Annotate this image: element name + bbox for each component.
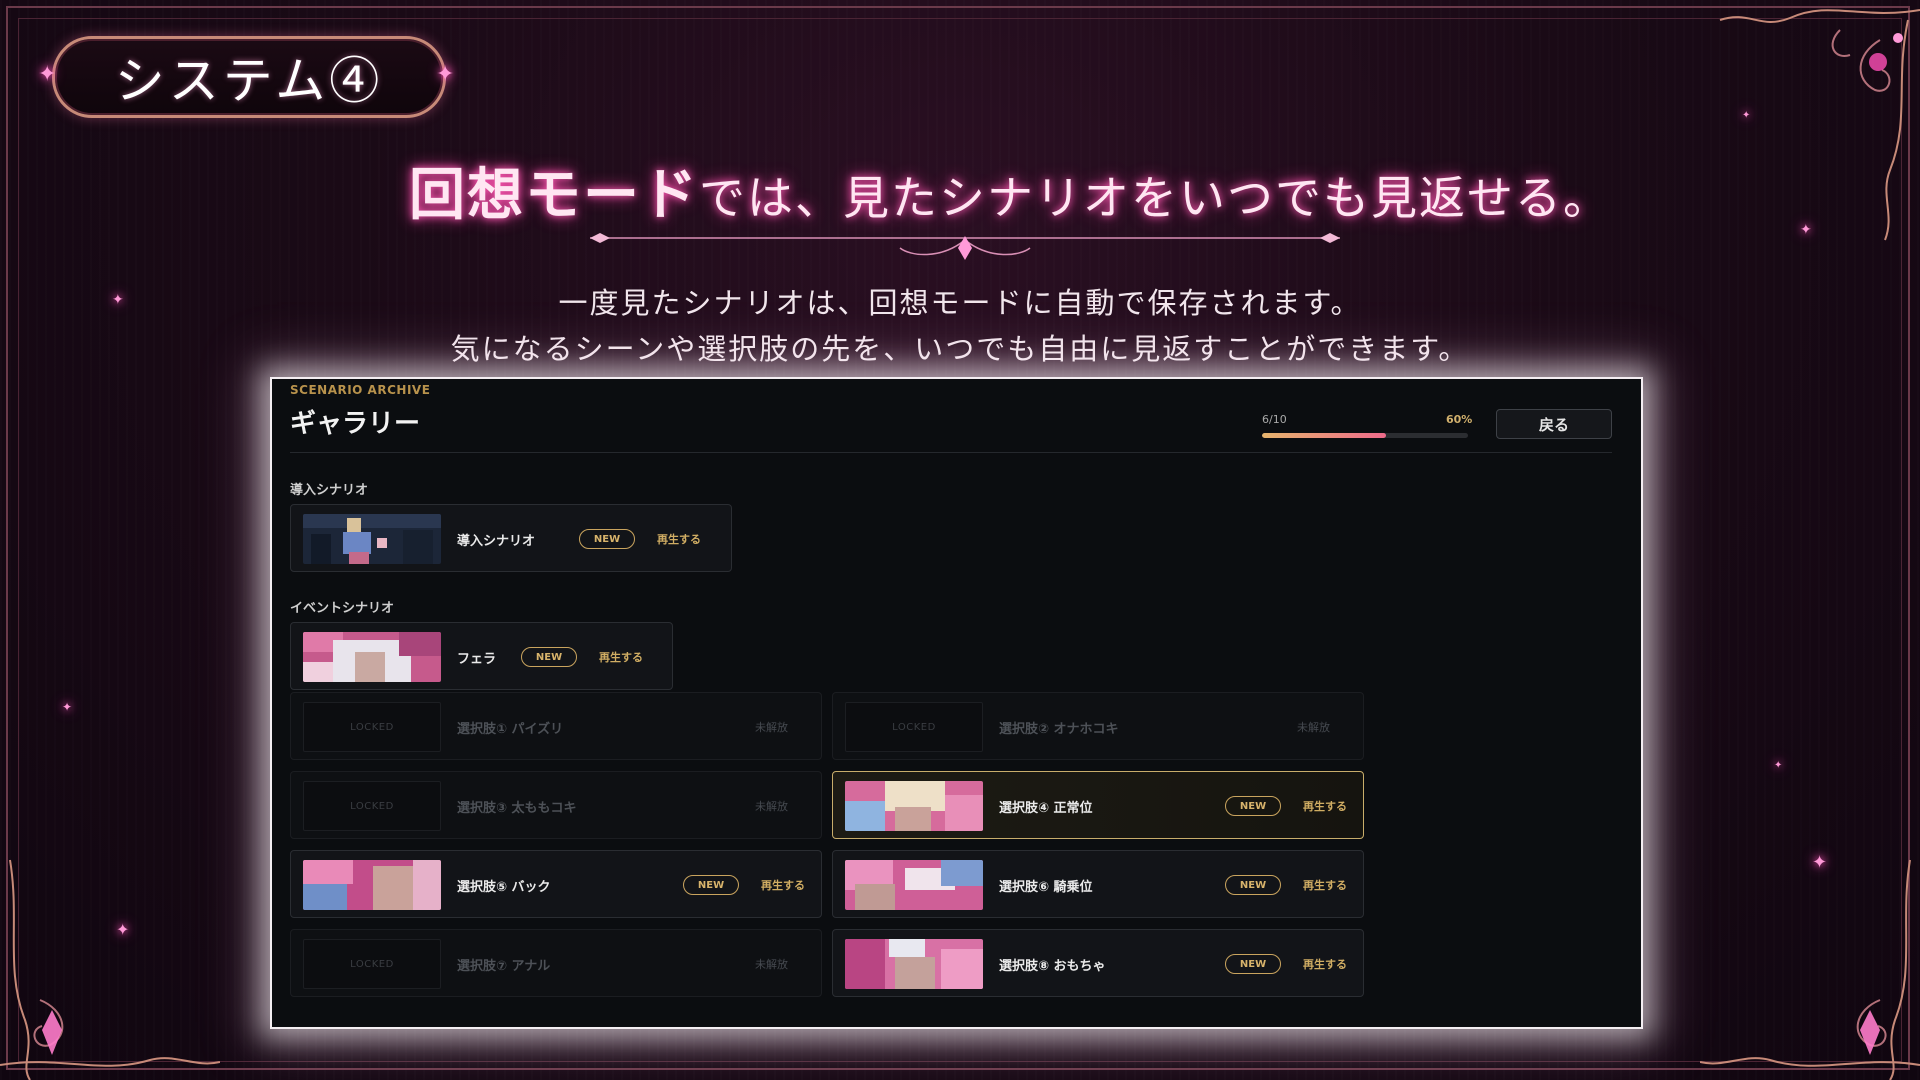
scenario-card-choice-6[interactable]: 選択肢⑥ 騎乗位 NEW 再生する [832,850,1364,918]
scenario-card-choice-1: LOCKED 選択肢① パイズリ 未解放 [290,692,822,760]
play-button[interactable]: 再生する [657,529,701,549]
section-label-intro: 導入シナリオ [290,483,369,498]
description-line-1: 一度見たシナリオは、回想モードに自動で保存されます。 [558,286,1362,320]
scenario-title: 選択肢② オナホコキ [999,721,1119,737]
scenario-card-choice-4[interactable]: 選択肢④ 正常位 NEW 再生する [832,771,1364,839]
corner-ornament-bottom-right [1700,859,1920,1080]
progress-bar-fill [1262,433,1386,438]
scenario-title: 選択肢⑤ バック [457,879,551,895]
play-button[interactable]: 再生する [1303,875,1347,895]
headline-strong: 回想モード [409,162,699,228]
archive-label: SCENARIO ARCHIVE [290,383,431,397]
scenario-title: 導入シナリオ [457,533,536,549]
locked-thumbnail: LOCKED [303,781,441,831]
new-badge: NEW [579,529,635,549]
locked-status: 未解放 [755,958,788,971]
sparkle-icon: ✦ [1800,222,1812,238]
scenario-title: 選択肢⑥ 騎乗位 [999,879,1093,895]
play-button[interactable]: 再生する [599,647,643,667]
sparkle-icon: ✦ [112,292,124,308]
new-badge: NEW [683,875,739,895]
progress-count: 6/10 [1262,413,1287,426]
scenario-title: 選択肢⑦ アナル [457,958,551,974]
scenario-card-choice-8[interactable]: 選択肢⑧ おもちゃ NEW 再生する [832,929,1364,997]
locked-status: 未解放 [755,800,788,813]
section-label-event: イベントシナリオ [290,601,395,616]
scenario-thumbnail [845,860,983,910]
new-badge: NEW [521,647,577,667]
scenario-card-intro[interactable]: 導入シナリオ NEW 再生する [290,504,732,572]
progress-percent: 60% [1446,413,1473,426]
back-button[interactable]: 戻る [1496,409,1612,439]
section-title: システム④ [114,52,384,110]
scenario-title: 選択肢④ 正常位 [999,800,1093,816]
scenario-card-choice-5[interactable]: 選択肢⑤ バック NEW 再生する [290,850,822,918]
sparkle-icon: ✦ [62,700,73,714]
scenario-thumbnail [303,632,441,682]
locked-thumbnail: LOCKED [845,702,983,752]
headline-rest: では、見たシナリオをいつでも見返せる。 [699,171,1611,225]
scenario-card-choice-7: LOCKED 選択肢⑦ アナル 未解放 [290,929,822,997]
scenario-card-choice-3: LOCKED 選択肢③ 太ももコキ 未解放 [290,771,822,839]
scenario-card-choice-2: LOCKED 選択肢② オナホコキ 未解放 [832,692,1364,760]
locked-thumbnail: LOCKED [303,939,441,989]
corner-ornament-top-right [1719,9,1920,241]
section-title-plate: ✦ ✦ システム④ [34,28,464,126]
sparkle-icon: ✦ [1742,110,1751,121]
scenario-thumbnail [303,860,441,910]
locked-status: 未解放 [1297,721,1330,734]
new-badge: NEW [1225,875,1281,895]
scenario-title: 選択肢③ 太ももコキ [457,800,577,816]
locked-status: 未解放 [755,721,788,734]
sparkle-icon: ✦ [1812,852,1828,873]
corner-ornament-bottom-left [0,859,220,1080]
play-button[interactable]: 再生する [761,875,805,895]
gallery-title: ギャラリー [290,409,421,439]
scenario-thumbnail [303,514,441,564]
scenario-title: 選択肢① パイズリ [457,721,564,737]
sparkle-icon: ✦ [116,920,130,939]
scenario-thumbnail [845,939,983,989]
scenario-title: フェラ [457,651,497,667]
ornament-divider [590,233,1340,260]
play-button[interactable]: 再生する [1303,796,1347,816]
gallery-screen: SCENARIO ARCHIVE ギャラリー 6/10 60% 戻る 導入シナリ… [270,377,1643,1029]
new-badge: NEW [1225,796,1281,816]
headline: 回想モード では、見たシナリオをいつでも見返せる。 [380,150,1640,230]
scenario-thumbnail [845,781,983,831]
description-line-2: 気になるシーンや選択肢の先を、いつでも自由に見返すことができます。 [450,332,1470,366]
locked-thumbnail: LOCKED [303,702,441,752]
scenario-card-event[interactable]: フェラ NEW 再生する [290,622,673,690]
header-divider [290,452,1612,453]
scenario-title: 選択肢⑧ おもちゃ [999,958,1106,974]
new-badge: NEW [1225,954,1281,974]
progress-bar [1262,433,1468,438]
play-button[interactable]: 再生する [1303,954,1347,974]
sparkle-icon: ✦ [1774,760,1783,771]
